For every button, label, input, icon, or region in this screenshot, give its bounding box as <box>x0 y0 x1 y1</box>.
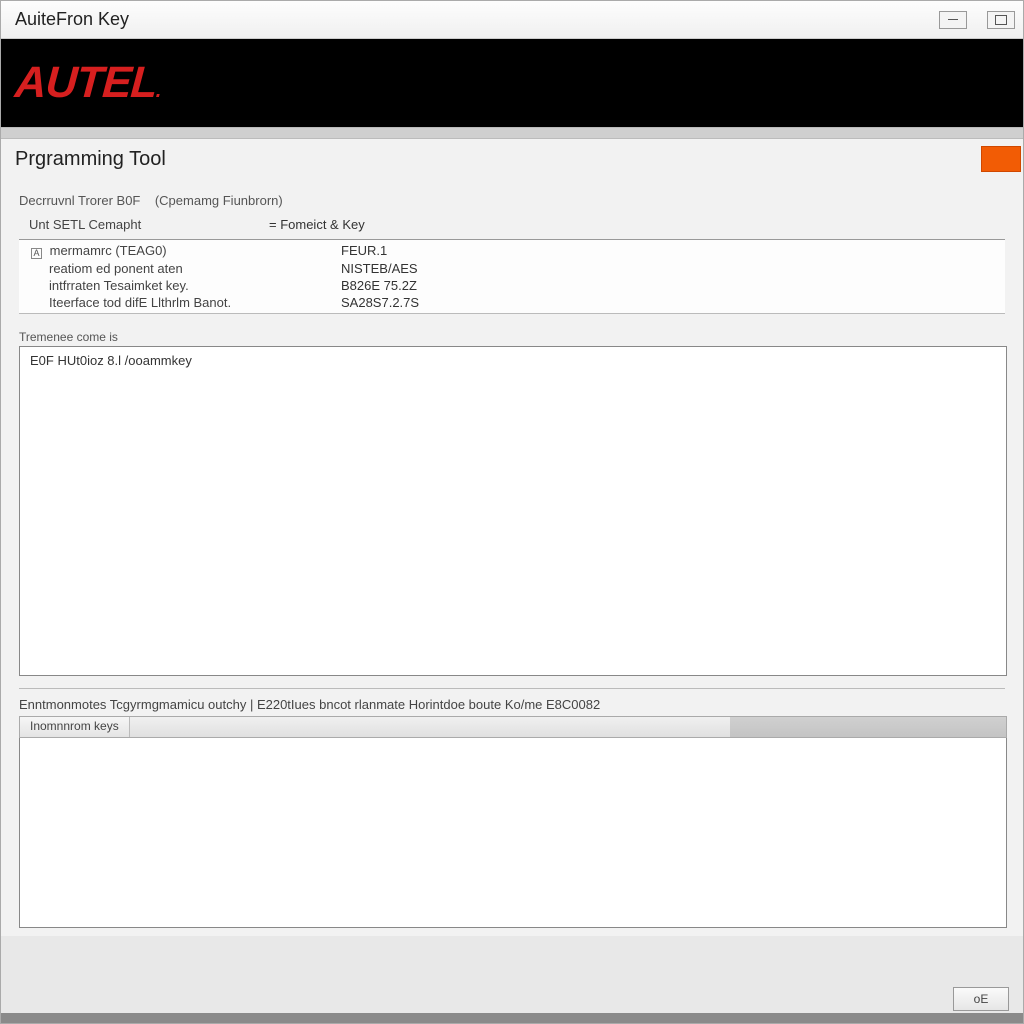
footer-buttons: oE <box>953 987 1009 1011</box>
info-row: reatiom ed ponent aten NISTEB/AES <box>19 260 1005 277</box>
info-table: A mermamrc (TEAG0) FEUR.1 reatiom ed pon… <box>19 239 1005 314</box>
titlebar: AuiteFron Key <box>1 1 1023 39</box>
tab-spacer <box>130 717 730 737</box>
info-label: mermamrc (TEAG0) <box>50 243 167 258</box>
subheader-left: Unt SETL Cemapht <box>19 217 269 232</box>
action-button-orange[interactable] <box>981 146 1021 172</box>
brand-bar: AUTEL. <box>1 39 1023 127</box>
app-window: AuiteFron Key AUTEL. Prgramming Tool Dec… <box>0 0 1024 1024</box>
info-value: B826E 75.2Z <box>341 278 417 293</box>
window-controls <box>939 11 1015 29</box>
checkbox-icon[interactable]: A <box>31 248 42 259</box>
breadcrumb: Decrruvnl Trorer B0F (Cpemamg Fiunbrorn) <box>19 193 1005 208</box>
separator <box>19 688 1005 689</box>
log-textarea[interactable]: E0F HUt0ioz 8.l /ooammkey <box>19 346 1007 676</box>
maximize-button[interactable] <box>987 11 1015 29</box>
subheader-row: Unt SETL Cemapht = Fomeict & Key <box>19 214 1005 235</box>
info-row: A mermamrc (TEAG0) FEUR.1 <box>19 240 1005 260</box>
info-value: FEUR.1 <box>341 243 387 259</box>
window-title: AuiteFron Key <box>9 9 129 30</box>
info-label: intfrraten Tesaimket key. <box>31 278 341 293</box>
minimize-button[interactable] <box>939 11 967 29</box>
divider <box>1 127 1023 139</box>
bottom-bar <box>1 1013 1023 1023</box>
content-area: Decrruvnl Trorer B0F (Cpemamg Fiunbrorn)… <box>1 179 1023 936</box>
info-row: Iteerface tod difE Llthrlm Banot. SA28S7… <box>19 294 1005 313</box>
info-label: Iteerface tod difE Llthrlm Banot. <box>31 295 341 310</box>
panel-title: Prgramming Tool <box>15 148 166 171</box>
info-value: SA28S7.2.7S <box>341 295 419 310</box>
panel-header: Prgramming Tool <box>1 139 1023 179</box>
subheader-right: = Fomeict & Key <box>269 217 365 232</box>
keys-list[interactable] <box>19 738 1007 928</box>
info-row: intfrraten Tesaimket key. B826E 75.2Z <box>19 277 1005 294</box>
section-label: Tremenee come is <box>19 330 1005 344</box>
status-line: Enntmonmotes Tcgyrmgmamicu outchy | E220… <box>19 695 1005 716</box>
tab-shade <box>730 717 1006 737</box>
info-label: reatiom ed ponent aten <box>31 261 341 276</box>
brand-logo: AUTEL. <box>13 58 163 108</box>
info-value: NISTEB/AES <box>341 261 418 276</box>
tabs-row: Inomnnrom keys <box>19 716 1007 738</box>
tab-keys[interactable]: Inomnnrom keys <box>20 717 130 737</box>
ok-button[interactable]: oE <box>953 987 1009 1011</box>
